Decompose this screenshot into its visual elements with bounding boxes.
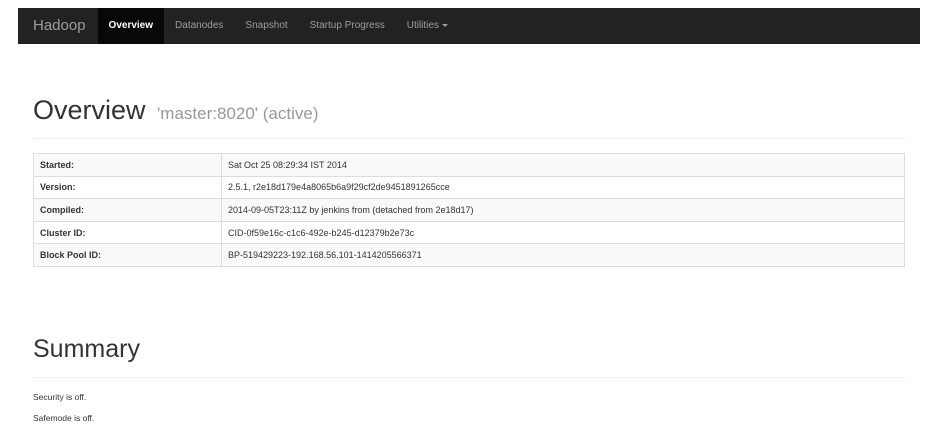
overview-header: Overview 'master:8020' (active) [33,92,905,139]
nav-utilities-dropdown[interactable]: Utilities [396,8,459,44]
top-navbar: Hadoop Overview Datanodes Snapshot Start… [18,8,920,44]
nav-startup-progress[interactable]: Startup Progress [299,8,396,44]
nav-datanodes[interactable]: Datanodes [164,8,234,44]
nav-utilities-label: Utilities [406,20,439,31]
table-row: Version: 2.5.1, r2e18d179e4a8065b6a9f29c… [33,175,905,200]
brand-link[interactable]: Hadoop [18,8,98,44]
row-value-cluster-id: CID-0f59e16c-c1c6-492e-b245-d12379b2e73c [221,220,905,245]
page-title: Overview 'master:8020' (active) [33,92,905,132]
table-row: Cluster ID: CID-0f59e16c-c1c6-492e-b245-… [33,220,905,245]
row-key-version: Version: [33,175,222,200]
row-value-version: 2.5.1, r2e18d179e4a8065b6a9f29cf2de94518… [221,175,905,200]
nav-overview[interactable]: Overview [97,8,165,44]
row-value-started: Sat Oct 25 08:29:34 IST 2014 [221,153,905,177]
overview-title: Overview [33,95,146,125]
table-row: Started: Sat Oct 25 08:29:34 IST 2014 [33,153,905,177]
safemode-status: Safemode is off. [33,413,95,423]
overview-info-table: Started: Sat Oct 25 08:29:34 IST 2014 Ve… [33,153,905,267]
row-key-compiled: Compiled: [33,198,222,222]
namenode-address: 'master:8020' (active) [157,104,319,123]
row-value-compiled: 2014-09-05T23:11Z by jenkins from (detac… [221,198,905,222]
row-value-block-pool-id: BP-519429223-192.168.56.101-141420556637… [221,243,905,267]
table-row: Compiled: 2014-09-05T23:11Z by jenkins f… [33,198,905,222]
table-row: Block Pool ID: BP-519429223-192.168.56.1… [33,243,905,267]
security-status: Security is off. [33,392,87,402]
caret-down-icon [441,23,448,27]
row-key-started: Started: [33,153,222,177]
row-key-cluster-id: Cluster ID: [33,220,222,245]
summary-title: Summary [33,335,140,363]
summary-header: Summary [33,332,905,378]
nav-snapshot[interactable]: Snapshot [234,8,298,44]
row-key-block-pool-id: Block Pool ID: [33,243,222,267]
